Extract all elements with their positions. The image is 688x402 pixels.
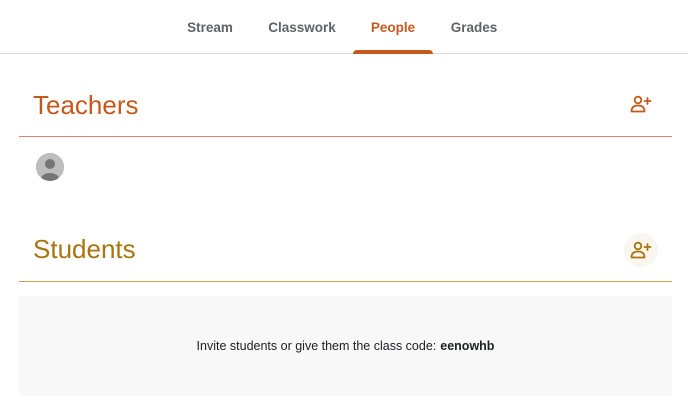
teachers-divider: [19, 136, 672, 137]
tab-grades-label: Grades: [450, 19, 498, 35]
invite-message: Invite students or give them the class c…: [196, 339, 437, 353]
teacher-list-item[interactable]: [19, 146, 672, 188]
teachers-heading: Teachers: [33, 90, 139, 120]
tab-people-label: People: [370, 19, 416, 35]
students-divider: [19, 281, 672, 282]
tab-stream-label: Stream: [187, 19, 233, 35]
person-add-icon: [630, 241, 652, 259]
tab-classwork[interactable]: Classwork: [262, 0, 342, 54]
tab-classwork-label: Classwork: [268, 19, 336, 35]
default-avatar-icon: [36, 153, 64, 181]
avatar: [36, 153, 64, 181]
active-tab-indicator: [353, 50, 433, 54]
invite-teachers-button[interactable]: [624, 87, 658, 121]
invite-students-button[interactable]: [624, 233, 658, 267]
students-empty-state: Invite students or give them the class c…: [19, 296, 672, 396]
tab-stream[interactable]: Stream: [180, 0, 240, 54]
tab-grades[interactable]: Grades: [444, 0, 504, 54]
top-navigation: Stream Classwork People Grades: [0, 0, 688, 54]
students-heading: Students: [33, 234, 136, 264]
class-code: eenowhb: [440, 339, 495, 353]
tab-people[interactable]: People: [353, 0, 433, 54]
person-add-icon: [630, 95, 652, 113]
